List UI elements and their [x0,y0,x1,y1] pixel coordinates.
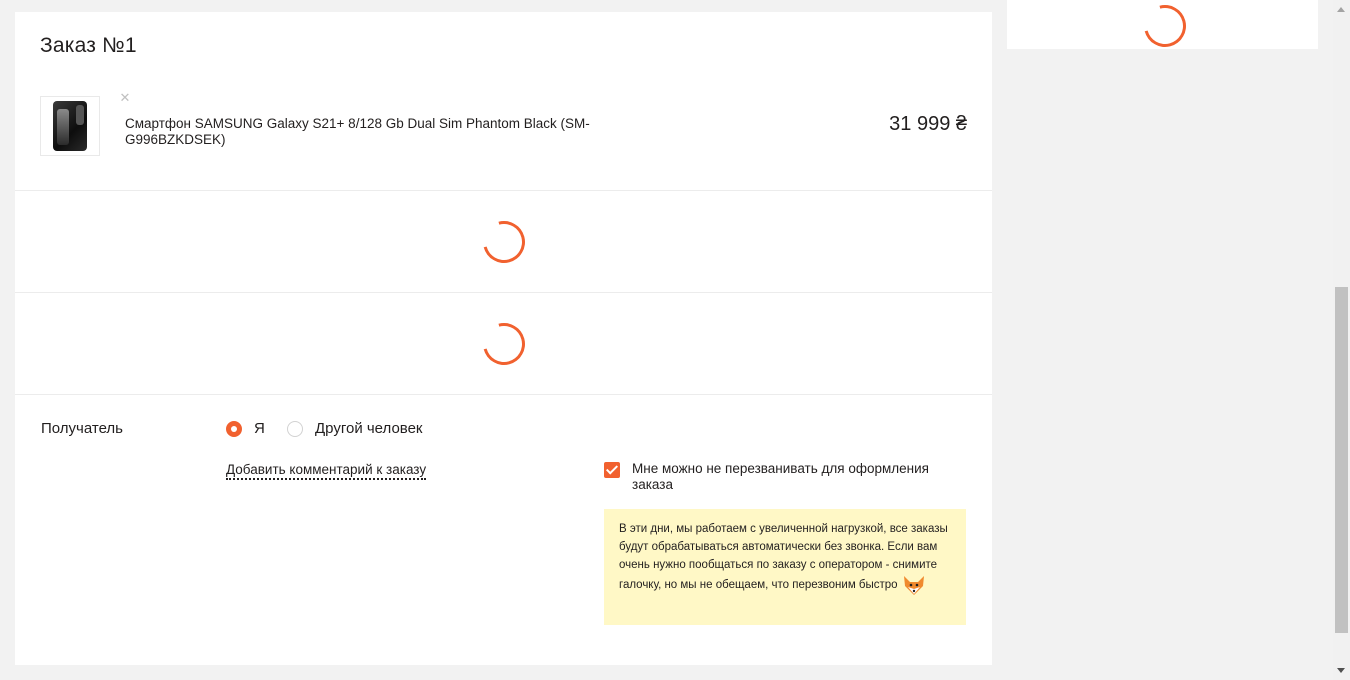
radio-me[interactable] [226,421,242,437]
loading-spinner-icon [475,213,533,271]
notice-box: В эти дни, мы работаем с увеличенной наг… [604,509,966,625]
order-card: Заказ №1 ✕ Смартфон SAMSUNG Galaxy S21+ … [15,12,992,665]
no-callback-checkbox[interactable] [604,462,620,478]
loading-spinner-icon [475,315,533,373]
divider [15,394,992,395]
product-name[interactable]: Смартфон SAMSUNG Galaxy S21+ 8/128 Gb Du… [125,116,615,148]
product-thumbnail[interactable]: ✕ [40,90,133,156]
fox-icon [902,574,926,596]
scroll-thumb[interactable] [1335,287,1348,633]
loading-spinner-icon [1136,0,1194,55]
radio-me-label[interactable]: Я [254,420,265,437]
scrollbar[interactable] [1333,0,1350,680]
scroll-down-arrow-icon[interactable] [1337,668,1345,673]
order-title: Заказ №1 [40,34,137,57]
no-callback-label[interactable]: Мне можно не перезванивать для оформлени… [632,461,952,493]
divider [15,292,992,293]
notice-text: В эти дни, мы работаем с увеличенной наг… [619,523,948,592]
add-comment-link[interactable]: Добавить комментарий к заказу [226,462,427,480]
radio-other-person-label[interactable]: Другой человек [315,420,423,437]
recipient-label: Получатель [41,420,123,437]
scroll-up-arrow-icon[interactable] [1337,7,1345,12]
phone-image [53,101,87,151]
sidebar-card [1007,0,1318,55]
radio-other-person[interactable] [287,421,303,437]
product-price: 31 999 ₴ [889,113,967,135]
divider [15,190,992,191]
close-icon[interactable]: ✕ [117,90,133,106]
product-row: ✕ Смартфон SAMSUNG Galaxy S21+ 8/128 Gb … [15,90,992,190]
